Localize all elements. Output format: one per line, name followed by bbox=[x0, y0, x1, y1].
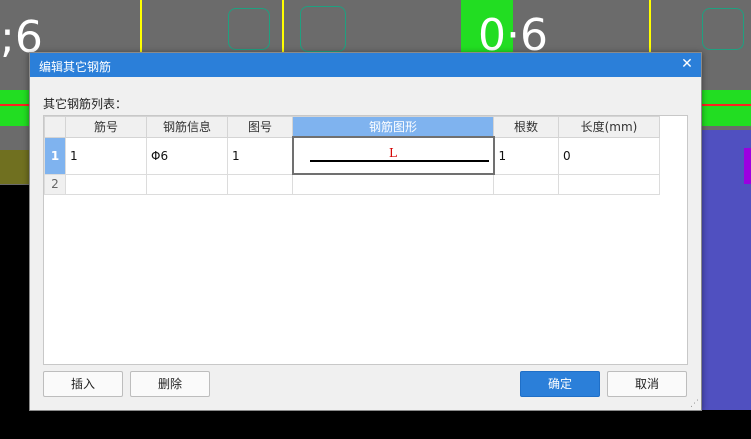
cad-green-strip bbox=[0, 90, 29, 126]
cad-top-band bbox=[0, 0, 751, 52]
cell-length[interactable]: 0 bbox=[558, 136, 660, 175]
cell-count[interactable]: 1 bbox=[493, 136, 559, 175]
rebar-table: 筋号 钢筋信息 图号 钢筋图形 根数 长度(mm) 1 1 Φ6 1 L 1 0… bbox=[43, 115, 688, 365]
table-row[interactable]: 2 bbox=[44, 173, 660, 195]
cell-rebar-info[interactable] bbox=[146, 173, 228, 195]
header-bar-no[interactable]: 筋号 bbox=[65, 116, 147, 138]
rebar-list-label: 其它钢筋列表： bbox=[43, 97, 128, 111]
cad-olive-strip bbox=[0, 150, 29, 184]
table-row[interactable]: 1 1 Φ6 1 L 1 0 bbox=[44, 136, 660, 175]
header-length[interactable]: 长度(mm) bbox=[558, 116, 660, 138]
cad-black-area bbox=[0, 185, 29, 439]
edit-other-rebar-dialog: 编辑其它钢筋 ✕ 其它钢筋列表： 筋号 钢筋信息 图号 钢筋图形 根数 长度(m… bbox=[29, 52, 702, 411]
cad-red-line bbox=[0, 104, 29, 106]
shape-length-label: L bbox=[389, 146, 397, 160]
cell-count[interactable] bbox=[493, 173, 559, 195]
close-icon[interactable]: ✕ bbox=[679, 56, 695, 72]
table-header-row: 筋号 钢筋信息 图号 钢筋图形 根数 长度(mm) bbox=[44, 116, 660, 138]
header-corner bbox=[44, 116, 66, 138]
cad-yellow-line bbox=[649, 0, 651, 52]
cad-yellow-line bbox=[282, 0, 284, 52]
rebar-shape-line bbox=[309, 160, 489, 162]
ok-button[interactable]: 确定 bbox=[520, 371, 600, 397]
resize-grip-icon[interactable]: ⋰ bbox=[690, 399, 699, 409]
cad-teal-glyph bbox=[228, 8, 270, 50]
dialog-titlebar[interactable]: 编辑其它钢筋 ✕ bbox=[30, 53, 701, 77]
header-figure-no[interactable]: 图号 bbox=[227, 116, 293, 138]
row-number[interactable]: 2 bbox=[44, 173, 66, 195]
cell-bar-no[interactable]: 1 bbox=[65, 136, 147, 175]
cad-green-strip bbox=[700, 90, 751, 126]
cell-bar-no[interactable] bbox=[65, 173, 147, 195]
cancel-button[interactable]: 取消 bbox=[607, 371, 687, 397]
header-rebar-shape[interactable]: 钢筋图形 bbox=[292, 116, 494, 138]
delete-button[interactable]: 删除 bbox=[130, 371, 210, 397]
dialog-title: 编辑其它钢筋 bbox=[39, 60, 112, 74]
cad-teal-glyph bbox=[300, 6, 346, 52]
cad-red-line bbox=[700, 104, 751, 106]
insert-button[interactable]: 插入 bbox=[43, 371, 123, 397]
cad-yellow-line bbox=[140, 0, 142, 52]
header-rebar-info[interactable]: 钢筋信息 bbox=[146, 116, 228, 138]
cell-rebar-shape[interactable] bbox=[292, 173, 494, 195]
cell-rebar-info[interactable]: Φ6 bbox=[146, 136, 228, 175]
row-number[interactable]: 1 bbox=[44, 136, 66, 175]
cell-figure-no[interactable] bbox=[227, 173, 293, 195]
cell-rebar-shape[interactable]: L bbox=[291, 136, 495, 175]
cad-purple-mark bbox=[744, 148, 751, 184]
header-count[interactable]: 根数 bbox=[493, 116, 559, 138]
cell-length[interactable] bbox=[558, 173, 660, 195]
cad-teal-glyph bbox=[702, 8, 744, 50]
cad-bottom-area bbox=[0, 410, 751, 439]
cell-figure-no[interactable]: 1 bbox=[227, 136, 293, 175]
